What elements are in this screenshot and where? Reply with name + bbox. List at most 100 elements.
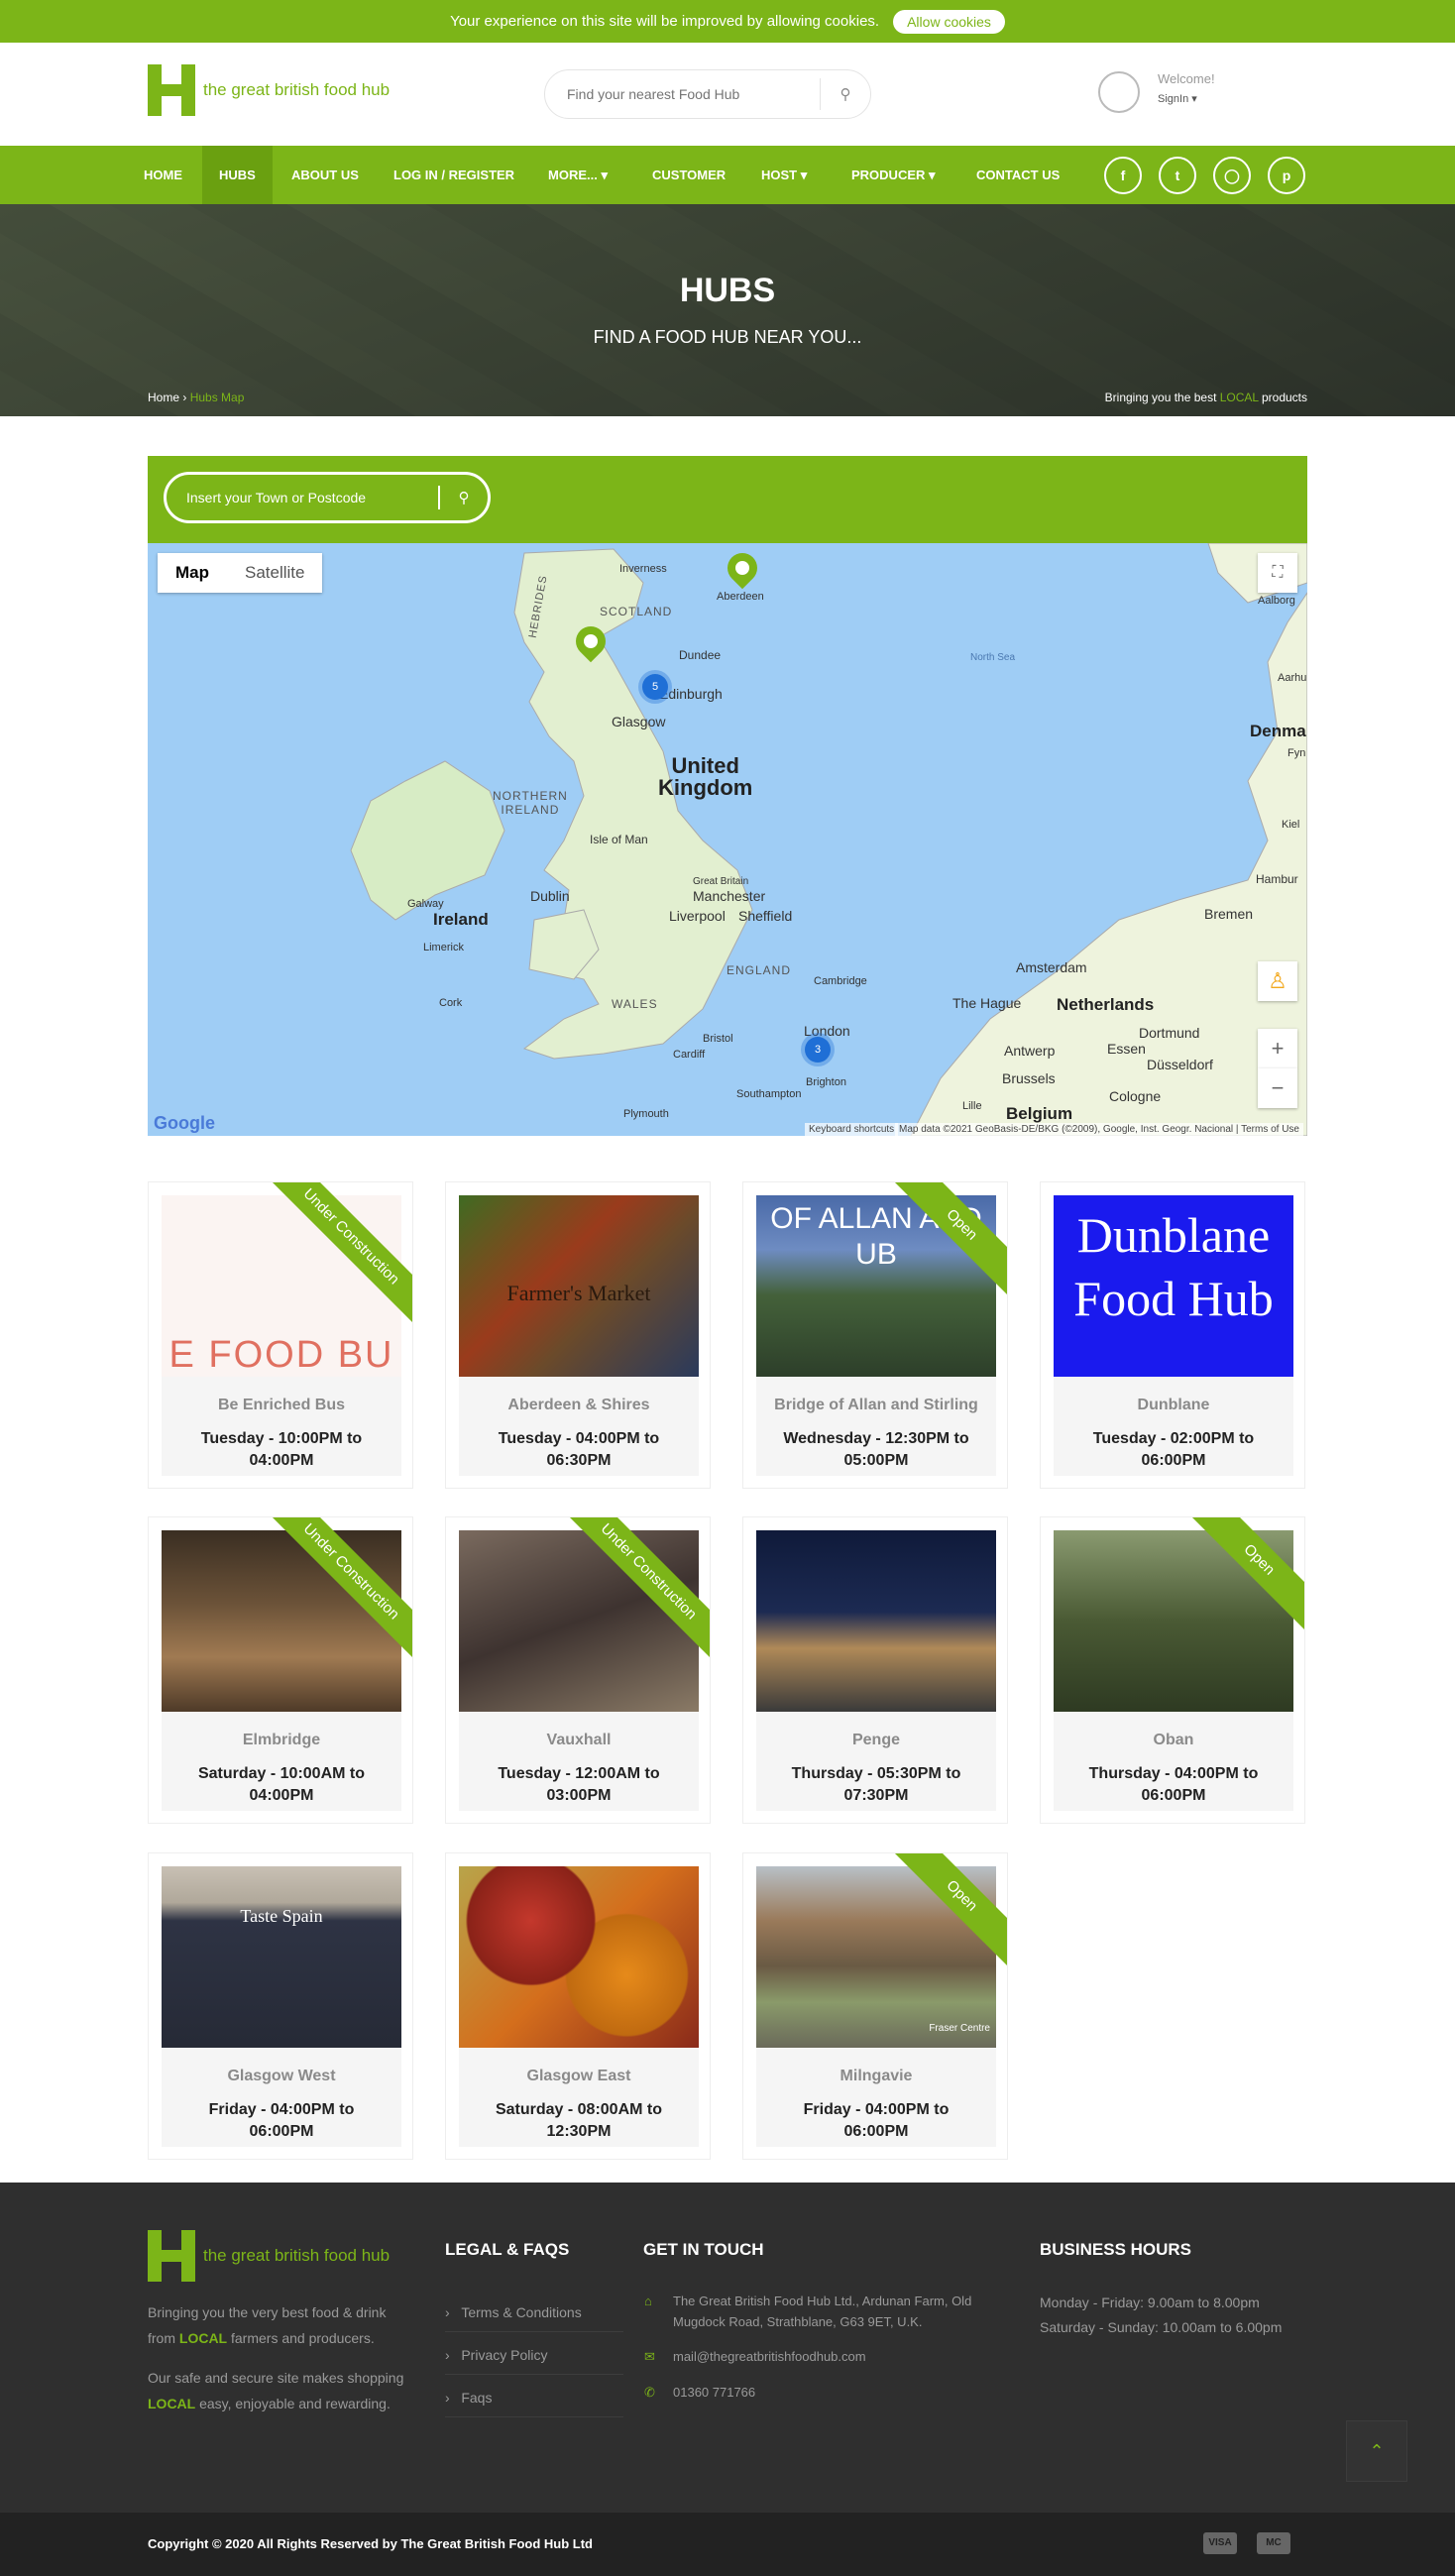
map-label-uk-text: United Kingdom xyxy=(658,753,753,800)
footer-divider xyxy=(445,2374,623,2375)
nav-home[interactable]: HOME xyxy=(144,146,182,204)
hub-image[interactable] xyxy=(162,1530,401,1712)
map-type-satellite[interactable]: Satellite xyxy=(227,553,322,593)
hub-name[interactable]: Dunblane xyxy=(1054,1397,1293,1414)
nav-producer[interactable]: PRODUCER ▾ xyxy=(851,146,936,204)
hub-name[interactable]: Glasgow East xyxy=(459,2068,699,2085)
user-avatar-icon[interactable] xyxy=(1098,71,1140,113)
allow-cookies-button[interactable]: Allow cookies xyxy=(893,9,1005,34)
hub-card[interactable]: Penge Thursday - 05:30PM to 07:30PM xyxy=(742,1516,1008,1824)
about-local: LOCAL xyxy=(178,2330,228,2346)
map-attribution[interactable]: Map data ©2021 GeoBasis-DE/BKG (©2009), … xyxy=(894,1123,1303,1136)
footer-phone[interactable]: 01360 771766 xyxy=(673,2382,755,2403)
hub-card[interactable]: Farmer's Market Aberdeen & Shires Tuesday … xyxy=(445,1181,711,1489)
hub-image[interactable] xyxy=(459,1530,699,1712)
hub-name[interactable]: Bridge of Allan and Stirling xyxy=(756,1397,996,1414)
map-label-isle-of-man: Isle of Man xyxy=(590,833,648,846)
hub-card[interactable]: Dunblane Food Hub Dunblane Tuesday - 02:00… xyxy=(1040,1181,1305,1489)
hours-weekend: Saturday - Sunday: 10.00am to 6.00pm xyxy=(1040,2319,1283,2335)
map-label-the-hague: The Hague xyxy=(952,995,1022,1011)
hub-search-input[interactable] xyxy=(567,86,820,102)
site-logo[interactable]: the great british food hub xyxy=(148,64,390,116)
hub-schedule: Tuesday - 04:00PM to 06:30PM xyxy=(498,1430,660,1469)
nav-contact-us[interactable]: CONTACT US xyxy=(976,146,1060,204)
map-label-brussels: Brussels xyxy=(1002,1070,1056,1086)
nav-hubs[interactable]: HUBS xyxy=(202,146,273,204)
hub-name[interactable]: Milngavie xyxy=(756,2068,996,2085)
nav-host[interactable]: HOST ▾ xyxy=(761,146,807,204)
hub-image[interactable] xyxy=(756,1530,996,1712)
twitter-icon[interactable]: t xyxy=(1159,157,1196,194)
nav-login-register[interactable]: LOG IN / REGISTER xyxy=(393,146,514,204)
hub-name[interactable]: Be Enriched Bus xyxy=(162,1397,401,1414)
hub-info: Glasgow East Saturday - 08:00AM to 12:30P… xyxy=(459,2048,699,2147)
instagram-icon[interactable]: ◯ xyxy=(1213,157,1251,194)
hub-name[interactable]: Vauxhall xyxy=(459,1732,699,1749)
search-icon[interactable]: ⚲ xyxy=(821,85,870,103)
footer-link-faqs[interactable]: › Faqs xyxy=(445,2390,492,2406)
map-label-fyn: Fyn xyxy=(1287,747,1306,759)
footer-about: Bringing you the very best food & drink … xyxy=(148,2299,415,2416)
nav-about-us[interactable]: ABOUT US xyxy=(291,146,359,204)
hub-name[interactable]: Oban xyxy=(1054,1732,1293,1749)
map-search-panel: ⚲ xyxy=(148,456,1307,543)
footer-logo-text: the great british food hub xyxy=(203,2246,391,2265)
keyboard-shortcuts-link[interactable]: Keyboard shortcuts xyxy=(805,1123,899,1136)
footer-logo[interactable]: the great british food hub xyxy=(148,2230,390,2282)
hub-card[interactable]: Vauxhall Tuesday - 12:00AM to 03:00PM Unde… xyxy=(445,1516,711,1824)
hub-cluster-marker[interactable]: 5 xyxy=(642,674,668,700)
hub-image[interactable]: Taste Spain xyxy=(162,1866,401,2048)
pinterest-icon[interactable]: p xyxy=(1268,157,1305,194)
footer-link-terms[interactable]: › Terms & Conditions xyxy=(445,2304,582,2320)
user-welcome: Welcome! SignIn ▾ xyxy=(1158,69,1215,109)
hub-name[interactable]: Aberdeen & Shires xyxy=(459,1397,699,1414)
hub-card[interactable]: Fraser Centre Milngavie Friday - 04:00PM t… xyxy=(742,1852,1008,2160)
hub-name[interactable]: Elmbridge xyxy=(162,1732,401,1749)
hub-card[interactable]: E FOOD BU Be Enriched Bus Tuesday - 10:00P… xyxy=(148,1181,413,1489)
hub-image[interactable]: Farmer's Market xyxy=(459,1195,699,1377)
hub-info: Penge Thursday - 05:30PM to 07:30PM xyxy=(756,1712,996,1811)
hub-card[interactable]: Taste Spain Glasgow West Friday - 04:00PM … xyxy=(148,1852,413,2160)
map-label-limerick: Limerick xyxy=(423,942,464,953)
hub-card[interactable]: Oban Thursday - 04:00PM to 06:00PM Open xyxy=(1040,1516,1305,1824)
visa-card-icon: VISA xyxy=(1203,2532,1237,2554)
hub-card[interactable]: OF ALLAN AND UB Bridge of Allan and Stirl… xyxy=(742,1181,1008,1489)
search-icon[interactable]: ⚲ xyxy=(440,489,488,506)
hub-info: Glasgow West Friday - 04:00PM to 06:00PM xyxy=(162,2048,401,2147)
zoom-out-button[interactable]: − xyxy=(1258,1068,1297,1108)
about-text: Our safe and secure site makes shopping xyxy=(148,2370,404,2386)
footer-link-privacy[interactable]: › Privacy Policy xyxy=(445,2347,547,2363)
hub-image-text: Taste Spain xyxy=(240,1906,323,1926)
nav-customer[interactable]: CUSTOMER xyxy=(652,146,726,204)
hub-name[interactable]: Penge xyxy=(756,1732,996,1749)
fullscreen-icon[interactable]: ⛶ xyxy=(1258,553,1297,593)
copyright-text: Copyright © 2020 All Rights Reserved by … xyxy=(148,2536,593,2551)
back-to-top-button[interactable]: ⌃ xyxy=(1346,2420,1407,2482)
hub-name[interactable]: Glasgow West xyxy=(162,2068,401,2085)
hub-schedule: Saturday - 10:00AM to 04:00PM xyxy=(197,1765,366,1804)
hub-image[interactable] xyxy=(459,1866,699,2048)
facebook-icon[interactable]: f xyxy=(1104,157,1142,194)
hub-image[interactable]: Dunblane Food Hub xyxy=(1054,1195,1293,1377)
hub-schedule: Friday - 04:00PM to 06:00PM xyxy=(208,2101,355,2140)
signin-dropdown[interactable]: SignIn ▾ xyxy=(1158,89,1215,109)
breadcrumb-home[interactable]: Home xyxy=(148,391,179,404)
hub-image[interactable]: E FOOD BU xyxy=(162,1195,401,1377)
hub-cluster-marker[interactable]: 3 xyxy=(805,1037,831,1063)
map-label-kiel: Kiel xyxy=(1282,819,1300,831)
map-label-great-britain: Great Britain xyxy=(693,876,749,887)
postcode-input[interactable] xyxy=(186,490,438,505)
about-text-end: farmers and producers. xyxy=(227,2330,375,2346)
map-label-london: London xyxy=(804,1023,850,1039)
tagline-text-end: products xyxy=(1258,391,1307,404)
street-view-pegman-icon[interactable]: ♙ xyxy=(1258,961,1297,1001)
map-type-map[interactable]: Map xyxy=(158,553,227,593)
hub-card[interactable]: Glasgow East Saturday - 08:00AM to 12:30P… xyxy=(445,1852,711,2160)
nav-more[interactable]: MORE... ▾ xyxy=(548,146,608,204)
hubs-map[interactable]: Map Satellite ⛶ ♙ + − United Kingdom SCO… xyxy=(148,543,1307,1136)
footer-address: The Great British Food Hub Ltd., Ardunan… xyxy=(673,2294,972,2329)
footer-email[interactable]: mail@thegreatbritishfoodhub.com xyxy=(673,2346,866,2367)
hub-card[interactable]: Elmbridge Saturday - 10:00AM to 04:00PM Un… xyxy=(148,1516,413,1824)
map-label-essen: Essen xyxy=(1107,1041,1146,1057)
zoom-in-button[interactable]: + xyxy=(1258,1029,1297,1068)
